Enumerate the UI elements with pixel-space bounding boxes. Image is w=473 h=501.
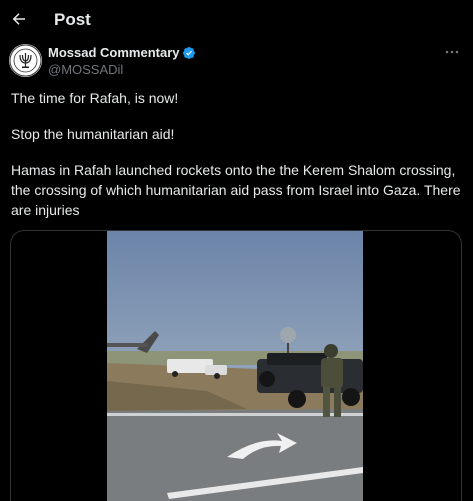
author-name[interactable]: Mossad Commentary <box>48 45 196 60</box>
tweet-text: The time for Rafah, is now! Stop the hum… <box>11 88 466 220</box>
tweet-paragraph: Stop the humanitarian aid! <box>11 126 175 142</box>
author-name-label: Mossad Commentary <box>48 45 180 60</box>
back-button[interactable] <box>6 6 32 32</box>
more-options-button[interactable] <box>442 44 462 60</box>
top-bar: Post <box>0 0 473 40</box>
arrow-left-icon <box>12 13 25 25</box>
tweet-paragraph: The time for Rafah, is now! <box>11 90 179 106</box>
media-container[interactable] <box>10 230 462 501</box>
video-frame[interactable] <box>107 231 363 501</box>
verified-badge-icon <box>183 46 196 59</box>
author-handle[interactable]: @MOSSADil <box>48 62 123 77</box>
tweet-paragraph: Hamas in Rafah launched rockets onto the… <box>11 162 461 218</box>
more-horizontal-icon <box>445 50 459 54</box>
menorah-emblem-icon <box>9 44 42 77</box>
avatar[interactable] <box>9 44 42 77</box>
page-title: Post <box>54 10 91 29</box>
